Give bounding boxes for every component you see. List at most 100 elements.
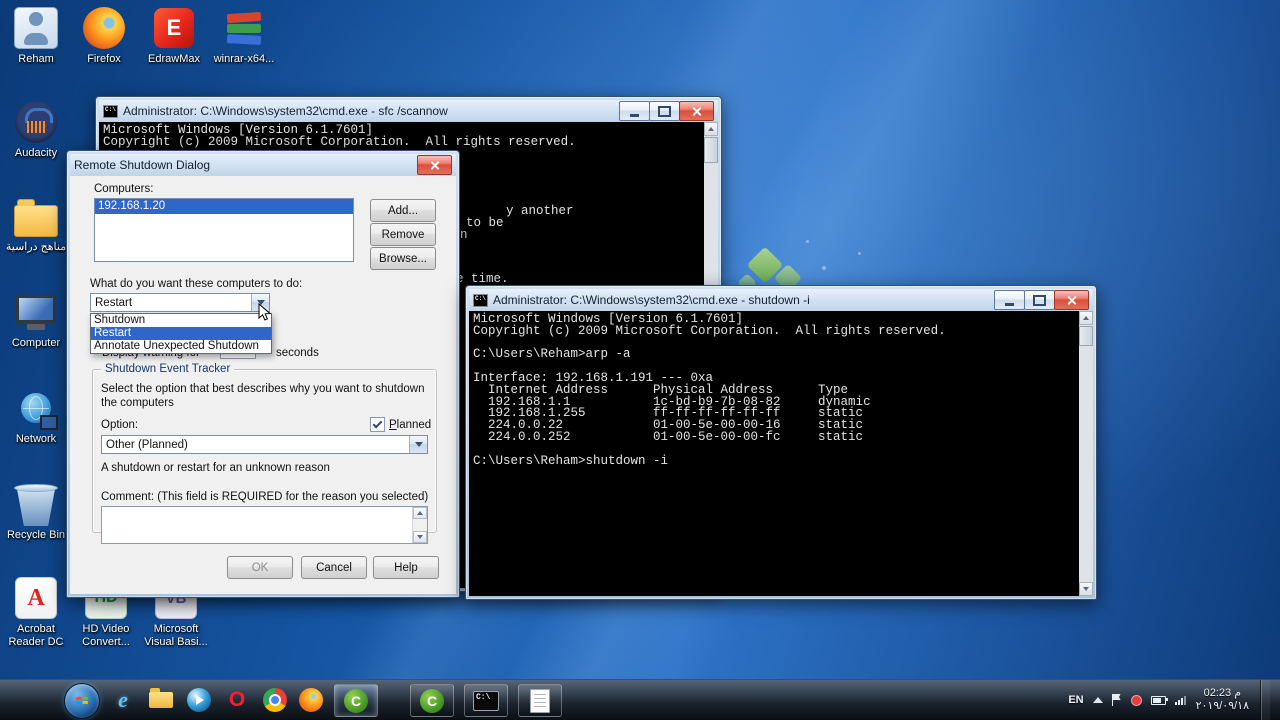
browse-button[interactable]: Browse... [370, 247, 436, 270]
console-output-area: Microsoft Windows [Version 6.1.7601] Cop… [469, 311, 1093, 596]
desktop-icon-firefox[interactable]: Firefox [70, 6, 138, 66]
action-value: Restart [95, 296, 133, 309]
network-icon [13, 386, 59, 430]
reason-combobox[interactable]: Other (Planned) [101, 435, 428, 454]
cancel-button[interactable]: Cancel [301, 556, 367, 579]
hidden-icons-button[interactable] [1092, 697, 1103, 703]
title-bar[interactable]: C:\ Administrator: C:\Windows\system32\c… [469, 289, 1093, 311]
network-icon[interactable] [1174, 695, 1187, 705]
windows-logo-icon [76, 696, 88, 705]
taskbar-chrome[interactable] [260, 687, 290, 713]
taskbar-window-camtasia-1[interactable]: C [334, 684, 378, 717]
scroll-up-button[interactable] [413, 507, 427, 519]
edraw-logo-letter: E [166, 15, 182, 40]
desktop-icon-label: Computer [11, 337, 61, 349]
taskbar-explorer[interactable] [146, 687, 176, 713]
comment-input[interactable] [102, 507, 412, 543]
close-button[interactable] [1054, 290, 1089, 310]
ok-button[interactable]: OK [227, 556, 293, 579]
combo-dropdown-button[interactable] [409, 436, 427, 453]
dropdown-option-annotate[interactable]: Annotate Unexpected Shutdown [91, 340, 271, 353]
planned-checkbox[interactable]: Planned [370, 417, 431, 432]
action-dropdown-list: Shutdown Restart Annotate Unexpected Shu… [90, 313, 272, 354]
media-player-icon [187, 688, 211, 712]
close-icon [429, 160, 440, 171]
taskbar-window-camtasia-2[interactable]: C [410, 684, 454, 717]
clock[interactable]: 02:23 م ٢٠١٩/٠٩/١٨ [1196, 687, 1249, 713]
folder-icon [149, 688, 173, 708]
arrow-down-icon [1083, 587, 1089, 591]
arrow-up-icon [1083, 316, 1089, 320]
scroll-up-button[interactable] [704, 122, 718, 136]
reason-description: A shutdown or restart for an unknown rea… [101, 462, 330, 474]
computer-icon [13, 290, 59, 334]
camtasia-logo-letter: C [350, 692, 362, 709]
maximize-icon [1033, 294, 1046, 306]
dropdown-option-shutdown[interactable]: Shutdown [91, 314, 271, 327]
desktop-icon-label: Microsoft Visual Basi... [144, 623, 208, 648]
start-button[interactable] [64, 683, 100, 719]
mouse-cursor [258, 302, 272, 327]
taskbar-opera[interactable]: O [222, 687, 252, 713]
scrollbar-thumb[interactable] [704, 137, 718, 163]
maximize-button[interactable] [1024, 290, 1055, 310]
add-button[interactable]: Add... [370, 199, 436, 222]
dialog-title: Remote Shutdown Dialog [74, 158, 211, 172]
system-tray: EN 02:23 م ٢٠١٩/٠٩/١٨ [1068, 680, 1270, 720]
comment-label: Comment: (This field is REQUIRED for the… [101, 491, 429, 503]
dropdown-option-restart[interactable]: Restart [91, 327, 271, 340]
winrar-icon [221, 6, 267, 50]
desktop-icon-computer[interactable]: Computer [2, 290, 70, 350]
desktop-icon-acrobat[interactable]: A Acrobat Reader DC [2, 576, 70, 649]
computers-listbox[interactable]: 192.168.1.20 [94, 198, 354, 262]
battery-icon[interactable] [1150, 695, 1168, 705]
taskbar-media-player[interactable] [184, 687, 214, 713]
opera-icon: O [228, 688, 246, 711]
folder-icon [14, 199, 58, 237]
title-bar[interactable]: Remote Shutdown Dialog [70, 154, 456, 176]
computer-list-item[interactable]: 192.168.1.20 [95, 199, 353, 214]
desktop-icon-network[interactable]: Network [2, 386, 70, 446]
desktop-icon-study-folder[interactable]: مناهج دراسية [2, 194, 70, 254]
checkbox-checked-icon [370, 417, 385, 432]
console-text-fragment: y another [506, 204, 574, 218]
language-indicator[interactable]: EN [1068, 694, 1083, 706]
desktop-icon-winrar[interactable]: winrar-x64... [210, 6, 278, 66]
taskbar-internet-explorer[interactable]: e [108, 687, 138, 713]
desktop-icon-reham[interactable]: Reham [2, 6, 70, 66]
desktop-icon-label: winrar-x64... [213, 53, 275, 65]
minimize-button[interactable] [994, 290, 1025, 310]
desktop-icon-edrawmax[interactable]: E EdrawMax [140, 6, 208, 66]
console-text-fragment: n [460, 228, 468, 242]
notification-icon[interactable] [1130, 694, 1142, 706]
minimize-button[interactable] [619, 101, 650, 121]
scroll-down-button[interactable] [1079, 582, 1093, 596]
close-button[interactable] [679, 101, 714, 121]
scroll-down-button[interactable] [413, 531, 427, 543]
document-icon [530, 688, 550, 713]
help-button[interactable]: Help [373, 556, 439, 579]
desktop-icon-audacity[interactable]: Audacity [2, 100, 70, 160]
taskbar-window-cmd[interactable]: C:\ [464, 684, 508, 717]
taskbar-firefox[interactable] [296, 687, 326, 713]
maximize-button[interactable] [649, 101, 680, 121]
desktop-icon-label: Recycle Bin [6, 529, 66, 541]
desktop-icon-label: Network [15, 433, 57, 445]
title-bar[interactable]: C:\ Administrator: C:\Windows\system32\c… [99, 100, 718, 122]
warning-suffix-label: seconds [276, 347, 319, 359]
close-button[interactable] [417, 155, 452, 175]
show-desktop-button[interactable] [1260, 680, 1270, 720]
group-title: Shutdown Event Tracker [101, 363, 235, 375]
action-center-icon[interactable] [1111, 694, 1122, 706]
action-combobox[interactable]: Restart [90, 293, 270, 312]
desktop: Reham Firefox E EdrawMax winrar-x64... A… [0, 0, 1280, 720]
comment-scrollbar[interactable] [412, 507, 427, 543]
tracker-description: Select the option that best describes wh… [101, 383, 425, 409]
scroll-up-button[interactable] [1079, 311, 1093, 325]
acrobat-icon: A [15, 577, 57, 619]
scrollbar[interactable] [1079, 311, 1093, 596]
taskbar-window-document[interactable] [518, 684, 562, 717]
desktop-icon-recycle-bin[interactable]: Recycle Bin [2, 482, 70, 542]
remove-button[interactable]: Remove [370, 223, 436, 246]
scrollbar-thumb[interactable] [1079, 326, 1093, 346]
